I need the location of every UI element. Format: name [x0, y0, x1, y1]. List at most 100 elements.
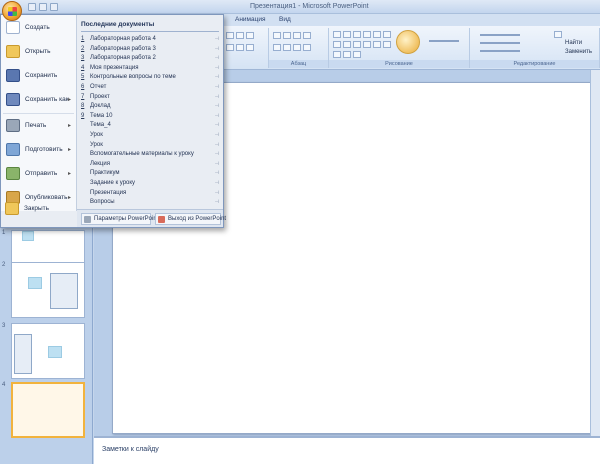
recent-document-item[interactable]: 5 Контрольные вопросы по теме ⊣	[81, 73, 221, 83]
chevron-right-icon: ▸	[67, 147, 71, 153]
slide-number: 1	[2, 230, 6, 236]
qat-save-icon[interactable]	[28, 3, 36, 11]
chevron-right-icon: ▸	[67, 123, 71, 129]
menu-item-open[interactable]: Открыть	[3, 41, 75, 63]
recent-document-item[interactable]: 7 Проект ⊣	[81, 93, 221, 103]
slide-thumbnail[interactable]	[11, 262, 85, 318]
pin-icon[interactable]: ⊣	[215, 113, 219, 119]
office-button[interactable]	[2, 1, 22, 21]
arrange-shapes-icon[interactable]	[396, 30, 420, 54]
chevron-right-icon: ▸	[67, 97, 71, 103]
pin-icon[interactable]: ⊣	[215, 122, 219, 128]
pin-icon[interactable]: ⊣	[215, 36, 219, 42]
recent-document-number: 8	[81, 103, 85, 110]
qat-undo-icon[interactable]	[39, 3, 47, 11]
print-icon	[6, 119, 20, 132]
options-icon	[84, 216, 91, 223]
recent-document-item[interactable]: Задание к уроку ⊣	[81, 179, 221, 189]
menu-item-print[interactable]: Печать ▸	[3, 115, 75, 137]
pin-icon[interactable]: ⊣	[215, 180, 219, 186]
close-folder-icon	[5, 202, 19, 215]
recent-document-name: Задание к уроку	[90, 180, 136, 186]
slide-thumbnail[interactable]	[11, 323, 85, 379]
paragraph-group: Абзац	[269, 28, 329, 68]
pin-icon[interactable]: ⊣	[215, 161, 219, 167]
replace-button[interactable]: Заменить	[565, 49, 592, 55]
options-button[interactable]: Параметры PowerPoint	[81, 213, 158, 225]
recent-document-name: Урок	[90, 141, 103, 148]
pin-icon[interactable]: ⊣	[215, 199, 219, 205]
recent-document-item[interactable]: Урок ⊣	[81, 131, 221, 141]
pin-icon[interactable]: ⊣	[215, 132, 219, 138]
recent-document-item[interactable]: Тема_4 ⊣	[81, 121, 221, 131]
new-icon	[6, 21, 20, 34]
exit-button[interactable]: Выход из PowerPoint	[155, 213, 226, 225]
tab-animation[interactable]: Анимация	[235, 16, 266, 23]
recent-document-item[interactable]: Лекция ⊣	[81, 160, 221, 170]
pin-icon[interactable]: ⊣	[215, 74, 219, 80]
menu-item-send[interactable]: Отправить ▸	[3, 163, 75, 185]
pin-icon[interactable]: ⊣	[215, 103, 219, 109]
recent-document-name: Практикум	[90, 170, 120, 177]
recent-document-number: 7	[81, 93, 85, 100]
recent-document-name: Урок	[90, 132, 103, 138]
menu-item-close-visible[interactable]: Закрыть	[2, 198, 74, 220]
recent-document-number: 6	[81, 84, 85, 90]
drawing-group-label: Рисование	[329, 60, 469, 68]
recent-document-item[interactable]: Вспомогательные материалы к уроку ⊣	[81, 150, 221, 160]
recent-document-item[interactable]: 3 Лабораторная работа 2 ⊣	[81, 54, 221, 64]
notes-placeholder: Заметки к слайду	[102, 446, 159, 453]
tab-view[interactable]: Вид	[279, 16, 291, 23]
paragraph-group-label: Абзац	[269, 60, 328, 68]
open-folder-icon	[6, 45, 20, 58]
recent-document-item[interactable]: Практикум ⊣	[81, 169, 221, 179]
recent-document-item[interactable]: 4 Моя презентация ⊣	[81, 64, 221, 74]
recent-document-item[interactable]: 9 Тема 10 ⊣	[81, 112, 221, 122]
recent-document-item[interactable]: 2 Лабораторная работа 3 ⊣	[81, 45, 221, 55]
recent-document-item[interactable]: Вопросы ⊣	[81, 198, 221, 208]
recent-document-number: 2	[81, 45, 85, 52]
menu-item-prepare[interactable]: Подготовить ▸	[3, 139, 75, 161]
pin-icon[interactable]: ⊣	[215, 151, 219, 157]
recent-documents-header: Последние документы	[81, 21, 155, 28]
qat-redo-icon[interactable]	[50, 3, 58, 11]
office-menu: Создать Открыть Сохранить Сохранить как …	[0, 14, 226, 228]
recent-document-item[interactable]: Презентация ⊣	[81, 189, 221, 199]
recent-document-name: Тема 10	[90, 112, 113, 119]
pin-icon[interactable]: ⊣	[215, 142, 219, 148]
recent-document-name: Лабораторная работа 3	[90, 45, 156, 52]
pin-icon[interactable]: ⊣	[215, 65, 219, 71]
recent-document-name: Лабораторная работа 2	[90, 55, 156, 62]
save-icon	[6, 69, 20, 82]
notes-pane[interactable]: Заметки к слайду	[94, 436, 600, 464]
pin-icon[interactable]: ⊣	[215, 190, 219, 196]
slide-number: 3	[2, 323, 6, 329]
menu-item-save-as[interactable]: Сохранить как ▸	[3, 89, 75, 111]
quick-access-toolbar	[28, 2, 58, 12]
recent-document-name: Доклад	[90, 103, 111, 110]
recent-document-name: Моя презентация	[90, 64, 139, 71]
vertical-scrollbar[interactable]	[590, 70, 600, 436]
recent-document-item[interactable]: 1 Лабораторная работа 4 ⊣	[81, 35, 221, 45]
menu-item-save[interactable]: Сохранить	[3, 65, 75, 87]
recent-document-name: Контрольные вопросы по теме	[90, 74, 176, 81]
recent-document-number: 4	[81, 64, 85, 71]
slide-number: 2	[2, 262, 6, 268]
recent-document-number: 1	[81, 36, 85, 42]
pin-icon[interactable]: ⊣	[215, 84, 219, 90]
title-bar: Презентация1 - Microsoft PowerPoint	[0, 0, 600, 14]
find-button[interactable]: Найти	[565, 40, 582, 46]
recent-document-item[interactable]: 6 Отчет ⊣	[81, 83, 221, 93]
pin-icon[interactable]: ⊣	[215, 55, 219, 61]
pin-icon[interactable]: ⊣	[215, 170, 219, 176]
recent-document-name: Презентация	[90, 189, 127, 196]
pin-icon[interactable]: ⊣	[215, 94, 219, 100]
slide-thumbnail-selected[interactable]	[11, 382, 85, 438]
recent-document-item[interactable]: 8 Доклад ⊣	[81, 102, 221, 112]
office-menu-footer: Параметры PowerPoint Выход из PowerPoint	[77, 209, 226, 227]
recent-document-name: Вопросы	[90, 199, 115, 206]
chevron-right-icon: ▸	[67, 171, 71, 177]
pin-icon[interactable]: ⊣	[215, 46, 219, 52]
recent-document-item[interactable]: Урок ⊣	[81, 141, 221, 151]
office-menu-commands: Создать Открыть Сохранить Сохранить как …	[1, 15, 77, 211]
